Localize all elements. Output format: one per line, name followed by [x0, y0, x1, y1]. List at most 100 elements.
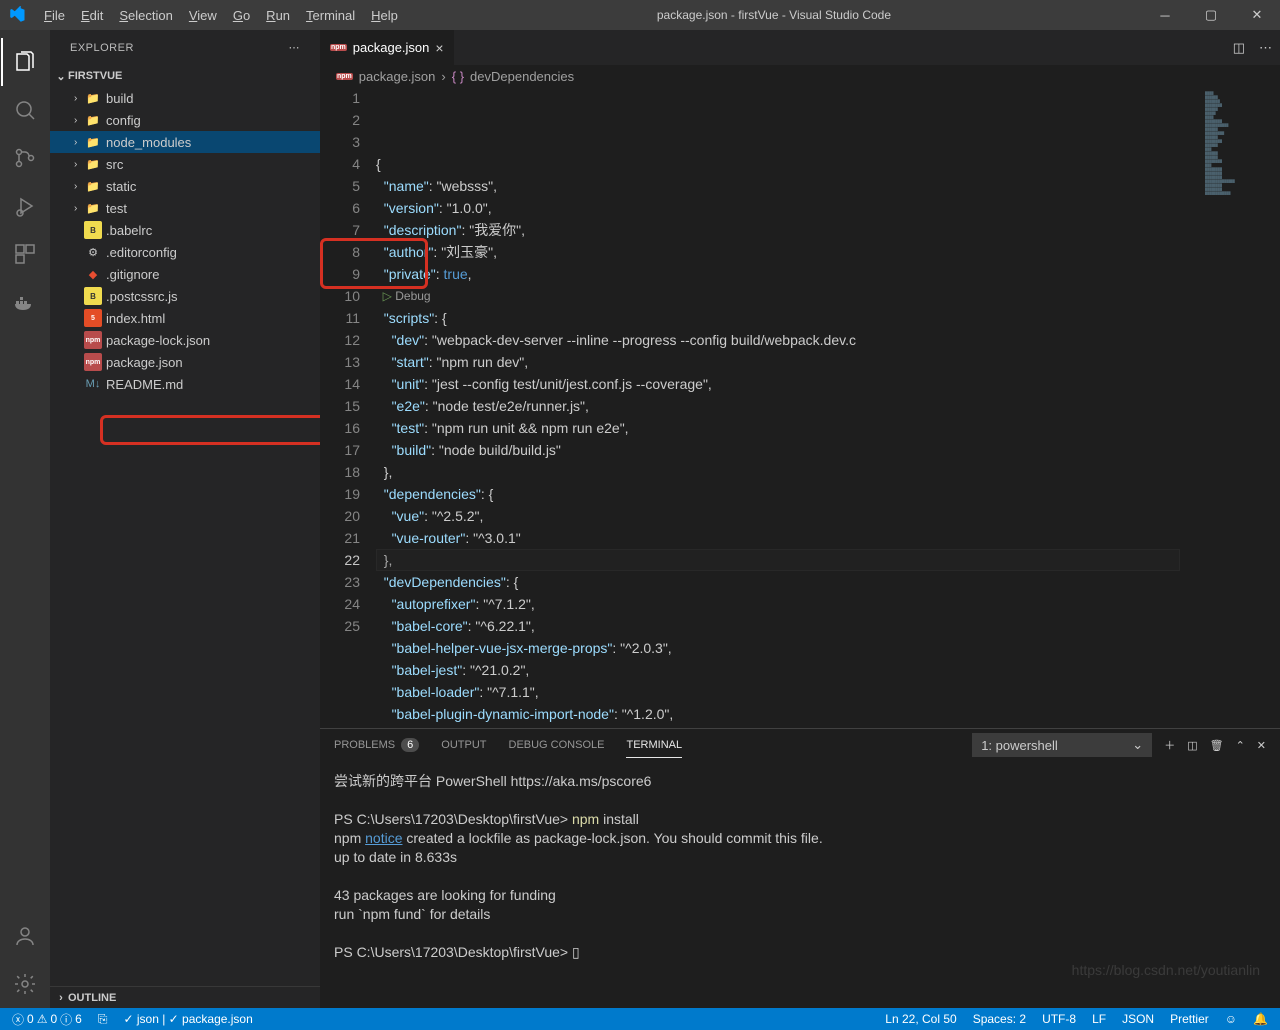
- close-icon[interactable]: ×: [435, 40, 443, 56]
- tree-item-label: .babelrc: [106, 223, 152, 238]
- menu-terminal[interactable]: Terminal: [298, 4, 363, 27]
- status-schema[interactable]: ✓ json | ✓ package.json: [119, 1012, 256, 1026]
- breadcrumb-file: package.json: [359, 69, 436, 84]
- more-icon[interactable]: ⋯: [289, 41, 301, 54]
- docker-icon[interactable]: [1, 278, 49, 326]
- file-index-html[interactable]: 5 index.html: [50, 307, 320, 329]
- nm-icon: 📁: [84, 133, 102, 151]
- split-terminal-icon[interactable]: ◫: [1187, 739, 1197, 752]
- braces-icon: { }: [452, 69, 464, 84]
- file-package-json[interactable]: npm package.json: [50, 351, 320, 373]
- output-tab[interactable]: OUTPUT: [441, 733, 486, 757]
- folder-icon: 📁: [84, 111, 102, 129]
- tree-item-label: package-lock.json: [106, 333, 210, 348]
- more-actions-icon[interactable]: ⋯: [1259, 40, 1272, 56]
- project-name: FIRSTVUE: [68, 70, 122, 82]
- search-icon[interactable]: [1, 86, 49, 134]
- html-icon: 5: [84, 309, 102, 327]
- tree-item-label: package.json: [106, 355, 183, 370]
- file-README-md[interactable]: M↓README.md: [50, 373, 320, 395]
- folder-node_modules[interactable]: ›📁node_modules: [50, 131, 320, 153]
- folder-build[interactable]: ›📁build: [50, 87, 320, 109]
- code-content[interactable]: { "name": "websss", "version": "1.0.0", …: [376, 87, 1200, 728]
- tree-item-label: src: [106, 157, 123, 172]
- folder-src[interactable]: ›📁src: [50, 153, 320, 175]
- tree-item-label: static: [106, 179, 136, 194]
- chevron-right-icon: ›: [74, 137, 84, 148]
- menu-view[interactable]: View: [181, 4, 225, 27]
- extensions-icon[interactable]: [1, 230, 49, 278]
- breadcrumb-symbol: devDependencies: [470, 69, 574, 84]
- close-button[interactable]: ✕: [1234, 0, 1280, 30]
- status-language[interactable]: JSON: [1118, 1012, 1158, 1026]
- explorer-title: EXPLORER: [70, 42, 134, 54]
- split-editor-icon[interactable]: ◫: [1233, 40, 1245, 56]
- debug-icon[interactable]: [1, 182, 49, 230]
- settings-icon[interactable]: [1, 960, 49, 1008]
- file--editorconfig[interactable]: ⚙.editorconfig: [50, 241, 320, 263]
- source-control-icon[interactable]: [1, 134, 49, 182]
- minimap[interactable]: ████████████████████████████████████████…: [1200, 87, 1280, 728]
- trash-icon[interactable]: 🗑: [1210, 739, 1224, 752]
- tab-label: package.json: [353, 40, 430, 55]
- file--gitignore[interactable]: ◆.gitignore: [50, 263, 320, 285]
- window-controls: ─ ▢ ✕: [1142, 0, 1280, 30]
- status-errors[interactable]: ⓧ 0 ⚠ 0 ⓘ 6: [8, 1011, 86, 1028]
- new-terminal-icon[interactable]: ＋: [1164, 737, 1175, 753]
- terminal-selector[interactable]: 1: powershell⌄: [972, 733, 1152, 757]
- minimize-button[interactable]: ─: [1142, 0, 1188, 30]
- menu-help[interactable]: Help: [363, 4, 406, 27]
- menu-edit[interactable]: Edit: [73, 4, 111, 27]
- json-icon: npm: [84, 353, 102, 371]
- close-panel-icon[interactable]: ✕: [1257, 739, 1266, 752]
- menu-selection[interactable]: Selection: [111, 4, 180, 27]
- menu-file[interactable]: File: [36, 4, 73, 27]
- status-encoding[interactable]: UTF-8: [1038, 1012, 1080, 1026]
- project-section[interactable]: ⌄ FIRSTVUE: [50, 65, 320, 87]
- status-prettier[interactable]: Prettier: [1166, 1012, 1213, 1026]
- status-eol[interactable]: LF: [1088, 1012, 1110, 1026]
- status-cursor-pos[interactable]: Ln 22, Col 50: [881, 1012, 960, 1026]
- status-bell-icon[interactable]: 🔔: [1249, 1012, 1272, 1026]
- status-spaces[interactable]: Spaces: 2: [969, 1012, 1030, 1026]
- tree-item-label: README.md: [106, 377, 183, 392]
- menu-run[interactable]: Run: [258, 4, 298, 27]
- folder-config[interactable]: ›📁config: [50, 109, 320, 131]
- tree-item-label: index.html: [106, 311, 165, 326]
- outline-section[interactable]: › OUTLINE: [50, 986, 320, 1008]
- file-package-lock-json[interactable]: npmpackage-lock.json: [50, 329, 320, 351]
- folder-static[interactable]: ›📁static: [50, 175, 320, 197]
- js-icon: B: [84, 221, 102, 239]
- code-editor[interactable]: 1234567891011121314151617181920212223242…: [320, 87, 1280, 728]
- breadcrumb[interactable]: npm package.json › { } devDependencies: [320, 65, 1280, 87]
- gear-icon: ⚙: [84, 243, 102, 261]
- chevron-down-icon: ⌄: [1132, 737, 1143, 753]
- explorer-icon[interactable]: [1, 38, 49, 86]
- explorer-header: EXPLORER ⋯: [50, 30, 320, 65]
- json-file-icon: npm: [330, 44, 347, 51]
- menu-go[interactable]: Go: [225, 4, 258, 27]
- problems-count-badge: 6: [401, 738, 419, 752]
- maximize-button[interactable]: ▢: [1188, 0, 1234, 30]
- terminal-tab[interactable]: TERMINAL: [626, 733, 682, 758]
- file--babelrc[interactable]: B .babelrc: [50, 219, 320, 241]
- json-file-icon: npm: [336, 73, 353, 80]
- file--postcssrc-js[interactable]: B.postcssrc.js: [50, 285, 320, 307]
- status-feedback-icon[interactable]: ☺: [1221, 1012, 1241, 1026]
- git-icon: ◆: [84, 265, 102, 283]
- status-port-icon[interactable]: ⎘: [94, 1012, 112, 1027]
- watermark-text: https://blog.csdn.net/youtianlin: [1072, 962, 1260, 978]
- folder-test[interactable]: ›📁test: [50, 197, 320, 219]
- chevron-up-icon[interactable]: ⌃: [1236, 739, 1245, 752]
- menubar: File Edit Selection View Go Run Terminal…: [36, 4, 406, 27]
- explorer-sidebar: EXPLORER ⋯ ⌄ FIRSTVUE ›📁build›📁config›📁n…: [50, 30, 320, 1008]
- problems-tab[interactable]: PROBLEMS6: [334, 733, 419, 757]
- account-icon[interactable]: [1, 912, 49, 960]
- folder-icon: 📁: [84, 199, 102, 217]
- file-tree: ›📁build›📁config›📁node_modules›📁src›📁stat…: [50, 87, 320, 986]
- debug-console-tab[interactable]: DEBUG CONSOLE: [509, 733, 605, 757]
- tab-package-json[interactable]: npm package.json ×: [320, 30, 455, 65]
- chevron-right-icon: ›: [74, 181, 84, 192]
- folder-icon: 📁: [84, 155, 102, 173]
- chevron-right-icon: ›: [74, 93, 84, 104]
